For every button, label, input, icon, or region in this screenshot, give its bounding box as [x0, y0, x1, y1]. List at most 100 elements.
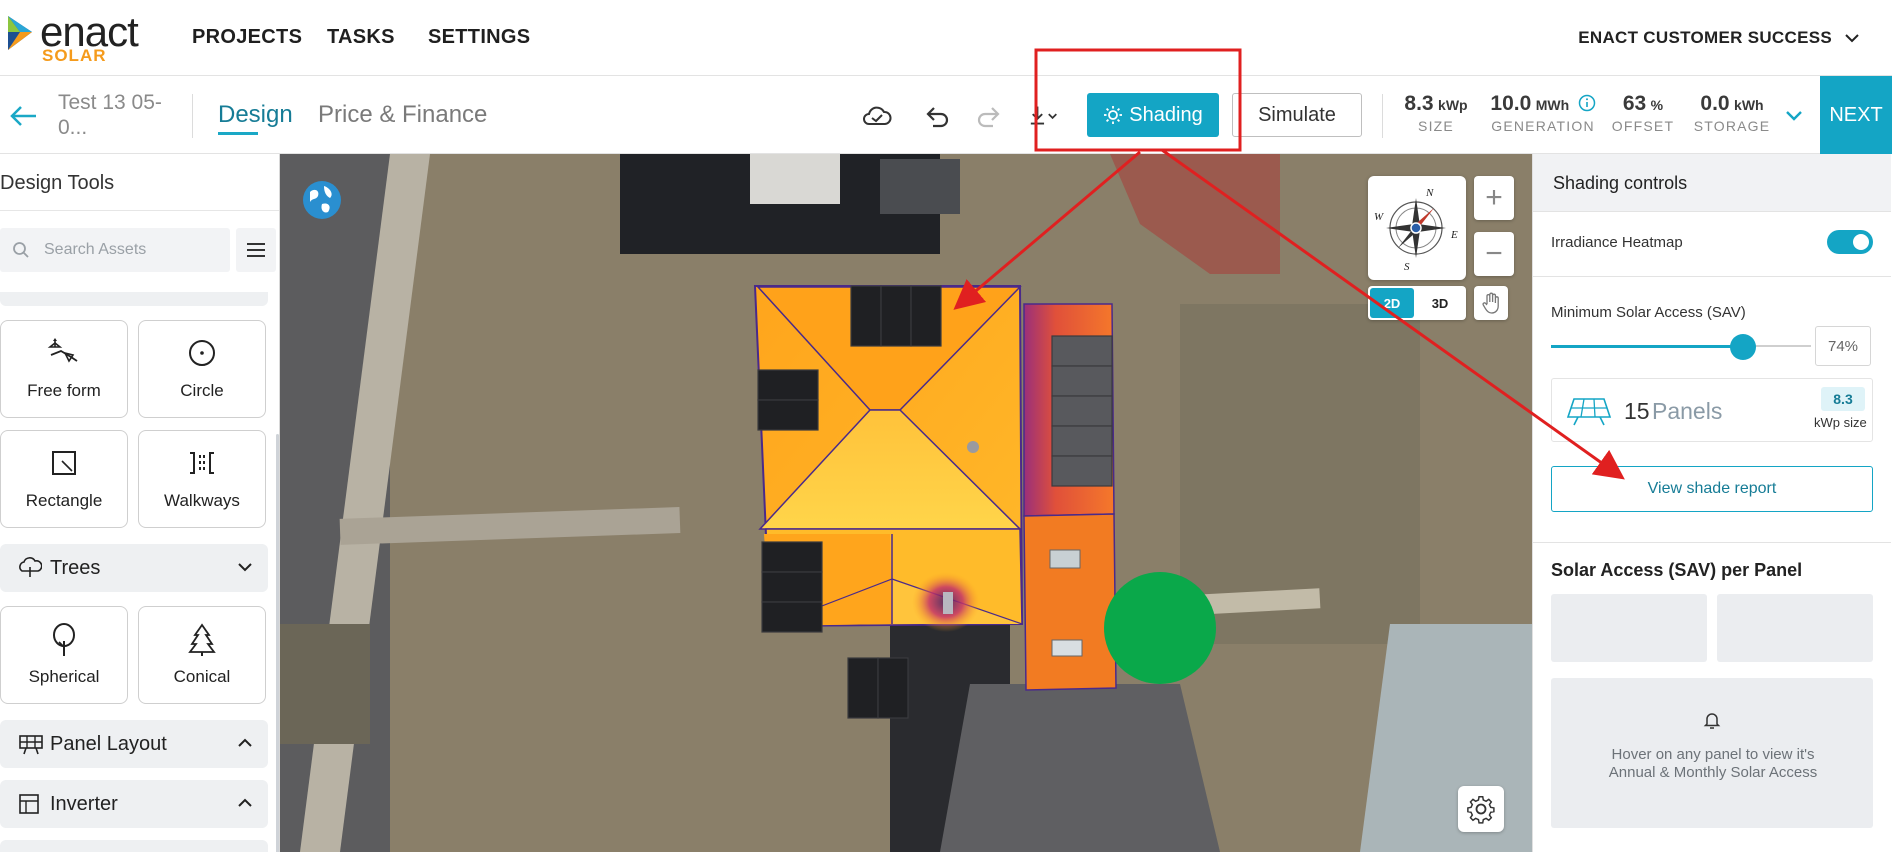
scrollbar[interactable] [276, 434, 279, 852]
solar-panels-icon [1566, 398, 1612, 426]
cloud-save-icon[interactable] [860, 100, 894, 132]
panel-header: Shading controls [1533, 154, 1891, 212]
section-panel-layout[interactable]: Panel Layout [0, 720, 268, 768]
brand-sub: SOLAR [42, 46, 107, 65]
walkways-icon [190, 452, 214, 474]
info-icon[interactable] [1578, 94, 1596, 112]
tool-walkways[interactable]: Walkways [138, 430, 266, 528]
sav-annual-placeholder [1551, 594, 1707, 662]
tool-label: Walkways [164, 491, 240, 510]
chevron-down-icon [238, 563, 252, 572]
nav-settings[interactable]: SETTINGS [428, 26, 530, 49]
chevron-down-icon[interactable] [1842, 28, 1862, 48]
section-label: Inverter [50, 793, 118, 815]
shading-label: Shading [1129, 103, 1203, 126]
view-2d-button[interactable]: 2D [1370, 288, 1414, 318]
chevron-down-icon[interactable] [1782, 106, 1806, 126]
tool-label: Conical [173, 667, 231, 686]
undo-icon[interactable] [920, 100, 954, 132]
pan-tool-button[interactable] [1474, 286, 1508, 320]
irradiance-heatmap-label: Irradiance Heatmap [1551, 234, 1683, 251]
stat-label: GENERATION [1491, 118, 1595, 134]
project-name[interactable]: Test 13 05-0... [58, 90, 178, 140]
sav-monthly-placeholder [1717, 594, 1873, 662]
simulate-button[interactable]: Simulate [1232, 93, 1362, 137]
zoom-out-button[interactable]: − [1474, 232, 1514, 276]
compass-s: S [1404, 261, 1410, 273]
free-form-icon [47, 338, 78, 363]
stat-label: SIZE [1418, 118, 1454, 134]
hamburger-icon [247, 243, 265, 257]
stat-value: 8.3 [1404, 92, 1434, 115]
redo-icon[interactable] [972, 100, 1006, 132]
nav-projects[interactable]: PROJECTS [192, 26, 302, 49]
tool-label: Circle [180, 381, 224, 400]
tool-circle[interactable]: Circle [138, 320, 266, 418]
compass-icon: N E S W [1374, 187, 1458, 273]
view-shade-report-button[interactable]: View shade report [1551, 466, 1873, 512]
tool-conical-tree[interactable]: Conical [138, 606, 266, 704]
shading-controls-panel: Shading controls Irradiance Heatmap Mini… [1532, 154, 1892, 852]
compass-w: W [1374, 211, 1384, 223]
panels-summary-card: 15 Panels 8.3 kWp size [1551, 378, 1873, 442]
solar-panel-icon [19, 735, 43, 755]
enact-solar-logo[interactable]: enact SOLAR [6, 8, 156, 65]
section-label: Trees [50, 557, 101, 579]
next-button[interactable]: NEXT [1820, 76, 1892, 154]
compass[interactable]: N E S W [1368, 176, 1466, 280]
compass-e: E [1450, 229, 1458, 241]
design-tools-panel: Design Tools Search Assets Free form Cir… [0, 154, 280, 852]
download-icon[interactable] [1028, 100, 1062, 132]
panel-title: Shading controls [1553, 173, 1688, 193]
tool-spherical-tree[interactable]: Spherical [0, 606, 128, 704]
search-assets-input[interactable]: Search Assets [0, 228, 230, 272]
back-arrow-icon[interactable] [8, 100, 40, 132]
section-next[interactable] [0, 840, 268, 852]
menu-button[interactable] [236, 228, 276, 272]
enact-logo-icon [8, 16, 32, 50]
globe-icon[interactable] [302, 180, 342, 220]
section-inverter[interactable]: Inverter [0, 780, 268, 828]
hand-icon [1482, 292, 1499, 314]
inverter-icon [19, 794, 39, 814]
irradiance-heatmap-toggle[interactable] [1827, 230, 1873, 254]
sav-slider-handle[interactable] [1730, 334, 1757, 360]
gear-icon [1467, 796, 1495, 824]
divider [192, 94, 193, 138]
tool-free-form[interactable]: Free form [0, 320, 128, 418]
size-unit: kWp size [1814, 415, 1867, 430]
sav-value-input[interactable]: 74% [1815, 326, 1871, 366]
stat-offset: 63 % OFFSET [1608, 92, 1678, 134]
stat-size: 8.3 kWp SIZE [1398, 92, 1474, 134]
circle-icon [189, 340, 215, 366]
chevron-up-icon [238, 798, 252, 807]
map-settings-button[interactable] [1458, 786, 1504, 832]
project-toolbar: Test 13 05-0... Design Price & Finance S… [0, 76, 1892, 154]
tool-label: Free form [27, 381, 101, 400]
account-name[interactable]: ENACT CUSTOMER SUCCESS [1578, 28, 1832, 48]
map-canvas[interactable]: N E S W + − 2D 3D [280, 154, 1532, 852]
nav-tasks[interactable]: TASKS [327, 26, 395, 49]
tool-rectangle[interactable]: Rectangle [0, 430, 128, 528]
zoom-in-button[interactable]: + [1474, 176, 1514, 220]
stat-value: 0.0 [1700, 92, 1730, 115]
section-trees[interactable]: Trees [0, 544, 268, 592]
panels-label: Panels [1652, 398, 1723, 424]
shading-button[interactable]: Shading [1087, 93, 1219, 137]
search-icon [13, 242, 29, 258]
hover-hint: Hover on any panel to view it's Annual &… [1608, 746, 1818, 781]
compass-n: N [1425, 187, 1434, 199]
sav-slider-fill [1551, 345, 1744, 348]
tab-design[interactable]: Design [218, 101, 293, 129]
view-3d-button[interactable]: 3D [1418, 288, 1462, 318]
sun-icon [1104, 106, 1123, 124]
panel-title: Design Tools [0, 172, 115, 194]
stat-unit: kWh [1734, 97, 1764, 113]
tool-label: Rectangle [25, 491, 103, 510]
stat-unit: % [1650, 97, 1664, 113]
stat-storage: 0.0 kWh STORAGE [1692, 92, 1772, 134]
stat-value: 63 [1622, 92, 1647, 115]
toggle-knob [1853, 234, 1869, 250]
satellite-image [280, 154, 1532, 852]
tab-price-finance[interactable]: Price & Finance [318, 101, 487, 129]
